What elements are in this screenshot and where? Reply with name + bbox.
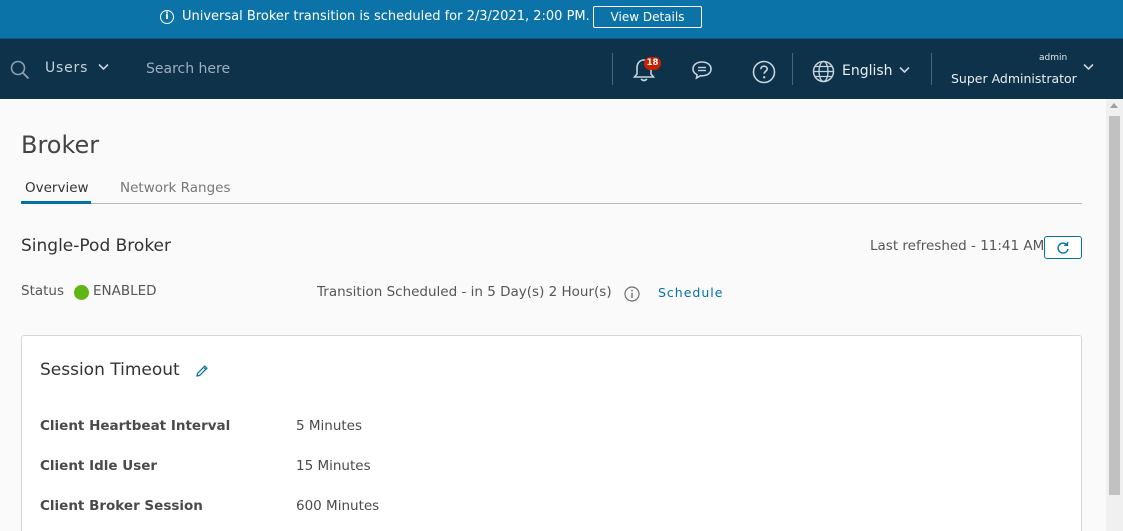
notification-count-badge: 18 (644, 57, 661, 70)
card-title: Session Timeout (40, 360, 180, 380)
transition-status-text: Transition Scheduled - in 5 Day(s) 2 Hou… (317, 284, 612, 300)
help-icon[interactable] (752, 60, 776, 84)
info-icon[interactable] (624, 286, 640, 302)
tab-network-ranges[interactable]: Network Ranges (120, 180, 230, 196)
user-menu[interactable]: Super Administrator (951, 71, 1077, 86)
client-broker-session-value: 600 Minutes (296, 498, 380, 514)
section-title: Single-Pod Broker (21, 236, 172, 256)
status-enabled-indicator (74, 285, 89, 300)
nav-divider (931, 53, 932, 85)
chevron-down-icon[interactable] (98, 63, 109, 71)
refresh-icon (1057, 241, 1069, 254)
scroll-up-arrow-icon[interactable] (1110, 103, 1118, 108)
search-icon[interactable] (10, 60, 30, 80)
tabs-divider (21, 203, 1082, 204)
info-icon: i (160, 10, 174, 24)
chat-icon[interactable] (691, 60, 713, 80)
nav-divider (612, 53, 613, 85)
pencil-icon[interactable] (195, 364, 209, 378)
status-label: Status (21, 283, 65, 299)
client-idle-user-value: 15 Minutes (296, 458, 371, 474)
client-broker-session-label: Client Broker Session (40, 498, 203, 514)
client-heartbeat-interval-value: 5 Minutes (296, 418, 363, 434)
last-refreshed-text: Last refreshed - 11:41 AM (870, 238, 1045, 254)
refresh-button[interactable] (1044, 236, 1082, 259)
client-idle-user-label: Client Idle User (40, 458, 158, 474)
user-role: admin (1039, 53, 1068, 63)
view-details-button[interactable]: View Details (593, 6, 702, 28)
chevron-down-icon[interactable] (899, 66, 910, 74)
tab-overview[interactable]: Overview (25, 180, 89, 196)
status-value: ENABLED (93, 283, 157, 299)
client-heartbeat-interval-label: Client Heartbeat Interval (40, 418, 231, 434)
active-tab-indicator (21, 201, 91, 204)
language-selector[interactable]: English (842, 63, 893, 79)
search-scope-dropdown[interactable]: Users (45, 60, 88, 76)
top-navigation: Users 18 English (0, 39, 1123, 99)
globe-icon[interactable] (812, 60, 835, 83)
page-title: Broker (21, 131, 100, 159)
chevron-down-icon[interactable] (1083, 63, 1094, 71)
nav-divider (792, 53, 793, 85)
search-input[interactable] (146, 58, 346, 80)
schedule-link[interactable]: Schedule (658, 285, 723, 300)
banner-message: Universal Broker transition is scheduled… (182, 9, 590, 24)
scrollbar-thumb[interactable] (1109, 116, 1120, 495)
transition-banner: i Universal Broker transition is schedul… (0, 0, 1123, 39)
